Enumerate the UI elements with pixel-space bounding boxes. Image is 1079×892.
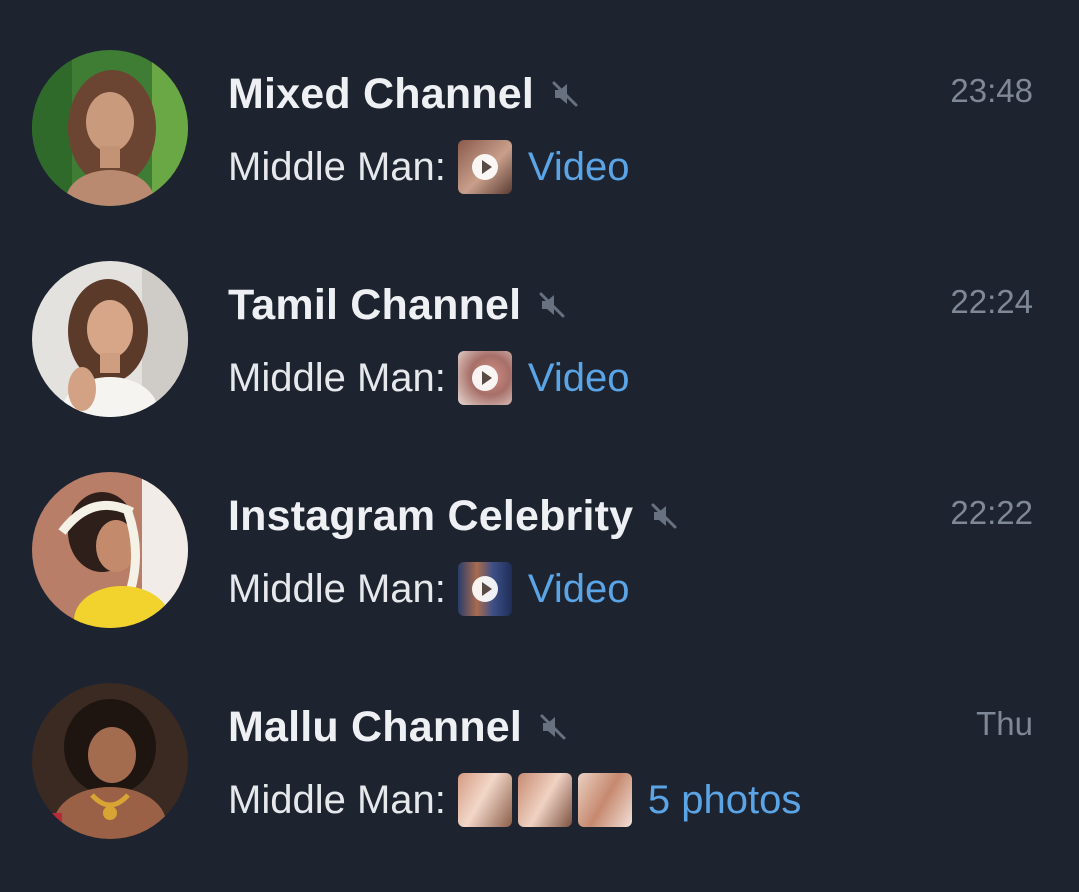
chat-time: 22:22 [950, 494, 1033, 531]
sender-name: Middle Man: [228, 777, 446, 822]
play-icon [471, 365, 498, 391]
message-preview: Middle Man: 5 photos [228, 771, 801, 829]
muted-speaker-icon [649, 501, 679, 531]
title-line: Tamil Channel [228, 279, 567, 331]
chat-title: Instagram Celebrity [228, 491, 634, 540]
chat-time: 23:48 [950, 72, 1033, 109]
avatar-photo-icon [32, 261, 188, 417]
muted-speaker-icon [538, 712, 568, 742]
avatar[interactable] [32, 50, 188, 206]
chat-time: 22:24 [950, 283, 1033, 320]
sender-name: Middle Man: [228, 355, 446, 400]
video-thumbnail [457, 562, 512, 616]
chat-title: Tamil Channel [228, 280, 522, 329]
sender-name: Middle Man: [228, 144, 446, 189]
photo-thumbnail [577, 773, 632, 827]
play-icon [471, 154, 498, 180]
chat-time: Thu [976, 705, 1033, 742]
avatar-photo-icon [32, 683, 188, 839]
media-label: Video [527, 355, 630, 400]
title-line: Instagram Celebrity [228, 490, 679, 542]
chat-list: Mixed Channel 23:48 Middle Man: Video Ta… [0, 0, 1079, 892]
message-preview: Middle Man: Video [228, 138, 629, 196]
avatar[interactable] [32, 683, 188, 839]
media-label: Video [527, 144, 630, 189]
avatar[interactable] [32, 261, 188, 417]
title-line: Mallu Channel [228, 701, 568, 753]
sender-name: Middle Man: [228, 566, 446, 611]
avatar-photo-icon [32, 472, 188, 628]
media-label: Video [527, 566, 630, 611]
muted-speaker-icon [550, 79, 580, 109]
chat-title: Mallu Channel [228, 702, 523, 751]
title-line: Mixed Channel [228, 68, 580, 120]
avatar[interactable] [32, 472, 188, 628]
photo-thumbnail [517, 773, 572, 827]
chat-title: Mixed Channel [228, 69, 535, 118]
video-thumbnail [457, 351, 512, 405]
chat-row-instagram-celebrity[interactable]: Instagram Celebrity 22:22 Middle Man: Vi… [0, 422, 1079, 633]
photo-thumbnail [457, 773, 512, 827]
video-thumbnail [457, 140, 512, 194]
play-icon [471, 576, 498, 602]
chat-row-mallu-channel[interactable]: Mallu Channel Thu Middle Man: 5 photos [0, 633, 1079, 844]
avatar-photo-icon [32, 50, 188, 206]
media-label: 5 photos [647, 777, 802, 822]
chat-row-mixed-channel[interactable]: Mixed Channel 23:48 Middle Man: Video [0, 0, 1079, 211]
message-preview: Middle Man: Video [228, 349, 629, 407]
chat-row-tamil-channel[interactable]: Tamil Channel 22:24 Middle Man: Video [0, 211, 1079, 422]
message-preview: Middle Man: Video [228, 560, 629, 618]
muted-speaker-icon [537, 290, 567, 320]
